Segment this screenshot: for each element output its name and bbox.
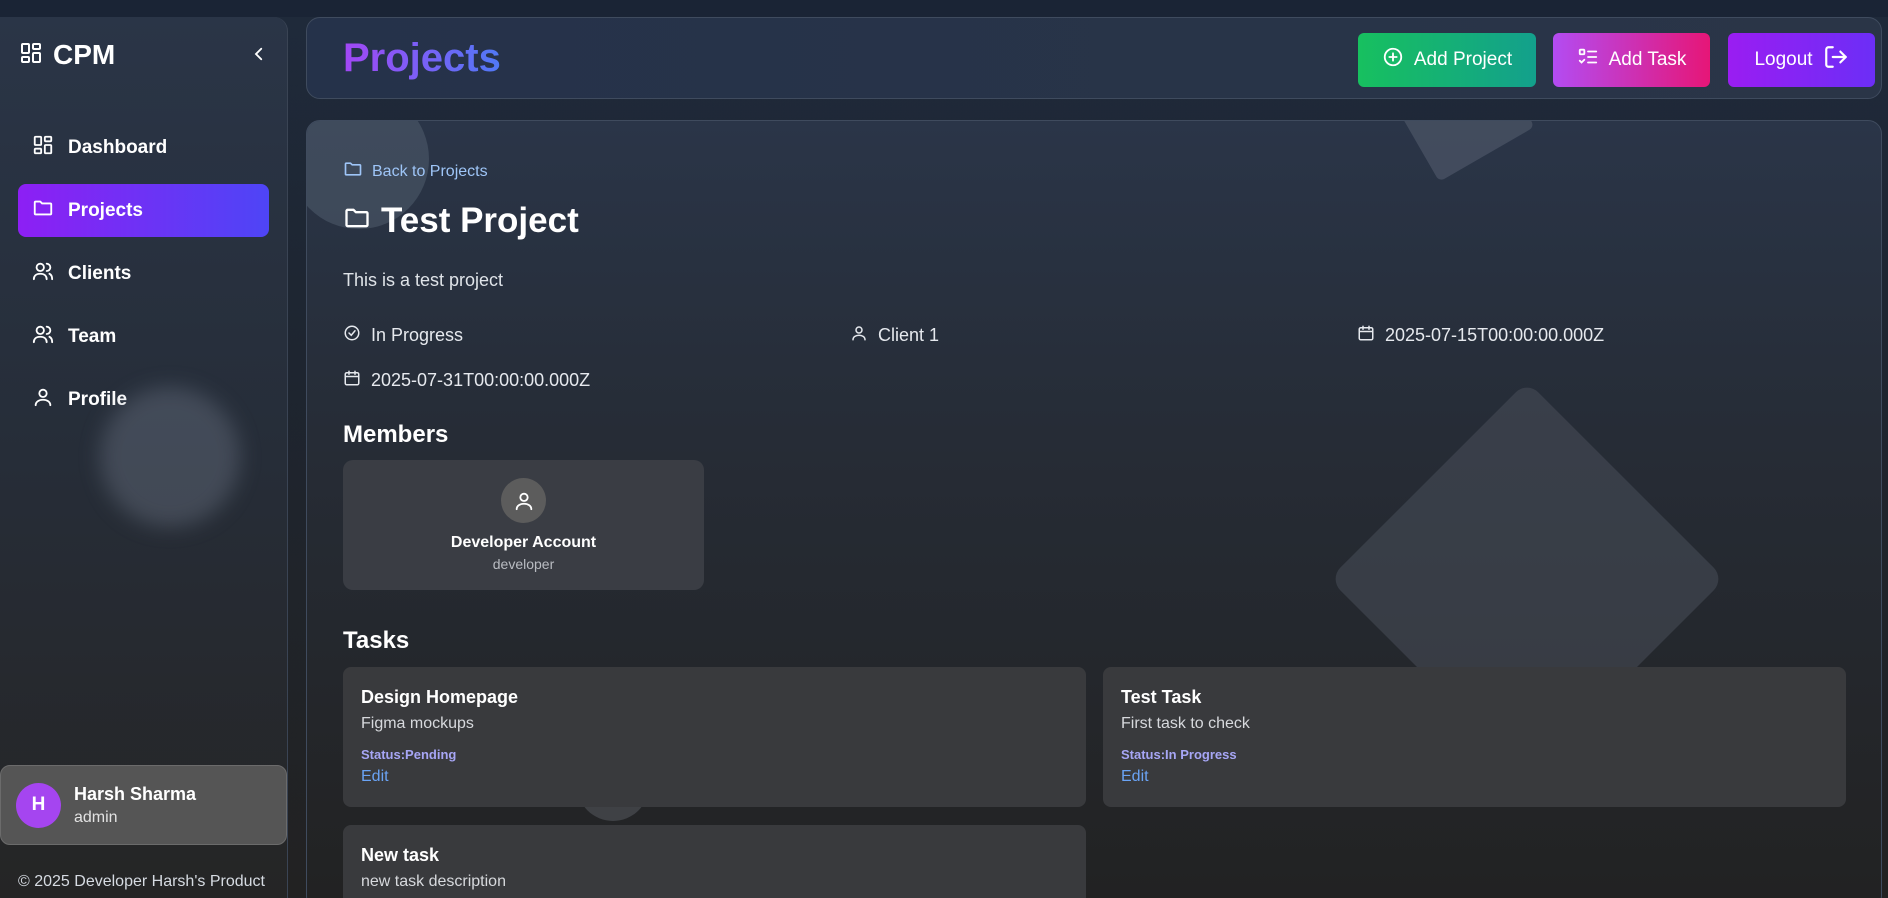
add-task-label: Add Task [1608, 49, 1687, 70]
page-title: Projects [343, 36, 501, 80]
task-status: Status:Pending [361, 747, 457, 762]
user-icon [32, 386, 54, 414]
back-to-projects-link[interactable]: Back to Projects [343, 159, 488, 184]
project-title-text: Test Project [381, 201, 579, 240]
task-title: Design Homepage [361, 687, 519, 707]
project-end-date-text: 2025-07-31T00:00:00.000Z [371, 370, 591, 390]
folder-icon [343, 159, 363, 184]
sidebar-item-clients[interactable]: Clients [18, 247, 269, 300]
task-card: Test Task First task to check Status:In … [1103, 667, 1846, 807]
header: Projects Add Project Add Task Logout [306, 17, 1882, 99]
list-check-icon [1577, 46, 1599, 74]
users-icon [32, 323, 54, 351]
sidebar-item-dashboard[interactable]: Dashboard [18, 121, 269, 174]
task-status: Status:In Progress [1121, 747, 1237, 762]
logout-icon [1823, 44, 1849, 76]
folder-icon [32, 197, 54, 225]
brand-name: CPM [53, 39, 116, 70]
project-end-date: 2025-07-31T00:00:00.000Z [343, 369, 590, 392]
sidebar-item-label: Profile [68, 388, 128, 410]
avatar [501, 478, 546, 523]
project-detail-panel: Back to Projects Test Project This is a … [306, 120, 1882, 898]
sidebar-item-projects[interactable]: Projects [18, 184, 269, 237]
calendar-icon [343, 369, 361, 392]
project-start-date: 2025-07-15T00:00:00.000Z [1357, 324, 1604, 347]
decorative-square [1389, 121, 1535, 182]
member-role: developer [492, 556, 555, 572]
user-icon [515, 492, 532, 510]
sidebar-item-label: Team [68, 325, 117, 347]
members-heading: Members [343, 421, 449, 448]
brand[interactable]: CPM [19, 39, 115, 71]
sidebar-item-label: Clients [68, 262, 132, 284]
sidebar-item-label: Projects [68, 199, 143, 221]
logout-label: Logout [1754, 49, 1813, 70]
task-title: New task [361, 845, 440, 865]
top-strip [0, 0, 1888, 17]
project-status: In Progress [343, 324, 463, 347]
add-project-button[interactable]: Add Project [1358, 33, 1536, 87]
sidebar-item-label: Dashboard [68, 136, 168, 158]
check-circle-icon [343, 324, 361, 347]
grid-icon [19, 41, 43, 70]
task-card: New task new task description [343, 825, 1086, 898]
project-status-text: In Progress [371, 325, 464, 345]
project-title: Test Project [343, 201, 579, 241]
user-name: Harsh Sharma [74, 783, 197, 804]
member-name: Developer Account [450, 534, 597, 551]
users-icon [32, 260, 54, 288]
avatar: H [16, 782, 61, 828]
task-description: Figma mockups [361, 715, 474, 732]
task-description: new task description [361, 873, 506, 890]
sidebar: CPM Dashboard Projects Clients Team Prof… [0, 17, 288, 898]
project-start-date-text: 2025-07-15T00:00:00.000Z [1385, 325, 1605, 345]
sidebar-nav: Dashboard Projects Clients Team Profile [18, 121, 269, 436]
task-description: First task to check [1121, 715, 1250, 732]
logout-button[interactable]: Logout [1728, 33, 1875, 87]
folder-icon [343, 201, 371, 241]
plus-circle-icon [1382, 46, 1404, 74]
back-link-label: Back to Projects [372, 162, 488, 180]
chevron-left-icon [254, 47, 263, 61]
dashboard-icon [32, 134, 54, 162]
member-card[interactable]: Developer Account developer [343, 460, 704, 590]
project-client: Client 1 [850, 324, 939, 347]
collapse-sidebar-button[interactable] [248, 43, 270, 65]
add-project-label: Add Project [1413, 49, 1513, 70]
project-description: This is a test project [343, 270, 504, 290]
sidebar-item-team[interactable]: Team [18, 310, 269, 363]
decorative-blob [100, 387, 240, 527]
calendar-icon [1357, 324, 1375, 347]
user-role: admin [74, 808, 118, 826]
sidebar-footer: © 2025 Developer Harsh's Product [18, 873, 265, 890]
user-icon [850, 324, 868, 347]
add-task-button[interactable]: Add Task [1553, 33, 1710, 87]
task-card: Design Homepage Figma mockups Status:Pen… [343, 667, 1086, 807]
edit-task-link[interactable]: Edit [1121, 768, 1149, 786]
task-title: Test Task [1121, 687, 1202, 707]
tasks-heading: Tasks [343, 627, 410, 654]
project-client-text: Client 1 [878, 325, 940, 345]
user-card[interactable]: H Harsh Sharma admin [0, 765, 287, 845]
edit-task-link[interactable]: Edit [361, 768, 389, 786]
